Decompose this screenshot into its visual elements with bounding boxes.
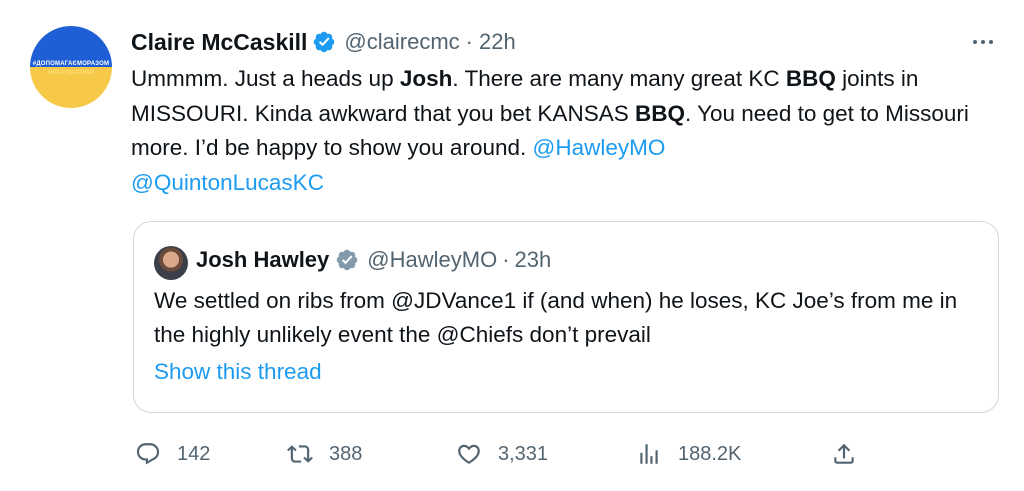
more-icon[interactable] — [968, 30, 998, 54]
quoted-avatar[interactable] — [154, 246, 188, 280]
views-button[interactable]: 188.2K — [636, 434, 741, 474]
verified-badge-icon — [337, 249, 358, 271]
retweet-count: 388 — [329, 442, 363, 465]
tweet-header: Claire McCaskill @clairecmc · 22h — [131, 27, 516, 57]
like-icon — [458, 444, 480, 464]
separator-dot: · — [465, 29, 473, 54]
action-bar: 142 388 3,331 188.2K — [131, 434, 871, 474]
quoted-tweet[interactable]: Josh Hawley @HawleyMO · 23h We settled o… — [133, 221, 999, 413]
quoted-display-name: Josh Hawley — [196, 247, 330, 272]
quoted-header: Josh Hawley @HawleyMO · 23h — [196, 244, 551, 276]
show-thread-link[interactable]: Show this thread — [154, 359, 322, 385]
share-button[interactable] — [831, 434, 857, 474]
retweet-button[interactable]: 388 — [287, 434, 362, 474]
views-count: 188.2K — [678, 442, 742, 465]
quoted-handle: @HawleyMO — [367, 247, 498, 272]
tweet[interactable]: #ДОПОМАГАЄМОРАЗОМ #HELPTOGETHER Claire M… — [0, 0, 1024, 491]
author-handle[interactable]: @clairecmc — [344, 29, 459, 55]
separator-dot: · — [502, 247, 510, 272]
avatar-text-top: #ДОПОМАГАЄМОРАЗОМ — [32, 61, 110, 67]
avatar-text-bottom: #HELPTOGETHER — [47, 70, 95, 76]
mention-link[interactable]: @HawleyMO — [533, 135, 666, 160]
share-icon — [834, 443, 854, 464]
tweet-time[interactable]: 22h — [479, 29, 516, 55]
views-icon — [640, 444, 658, 464]
tweet-text: Ummmm. Just a heads up Josh. There are m… — [131, 66, 969, 195]
reply-button[interactable]: 142 — [135, 434, 210, 474]
quoted-text: We settled on ribs from @JDVance1 if (an… — [154, 288, 958, 347]
like-count: 3,331 — [498, 442, 549, 465]
reply-count: 142 — [177, 442, 211, 465]
verified-badge-icon[interactable] — [312, 30, 336, 54]
author-display-name[interactable]: Claire McCaskill — [131, 29, 307, 56]
mention-link[interactable]: @QuintonLucasKC — [131, 170, 324, 195]
quoted-time: 23h — [514, 247, 552, 272]
reply-icon — [136, 443, 160, 465]
retweet-icon — [287, 445, 313, 463]
like-button[interactable]: 3,331 — [456, 434, 548, 474]
avatar[interactable]: #ДОПОМАГАЄМОРАЗОМ #HELPTOGETHER — [30, 26, 112, 108]
